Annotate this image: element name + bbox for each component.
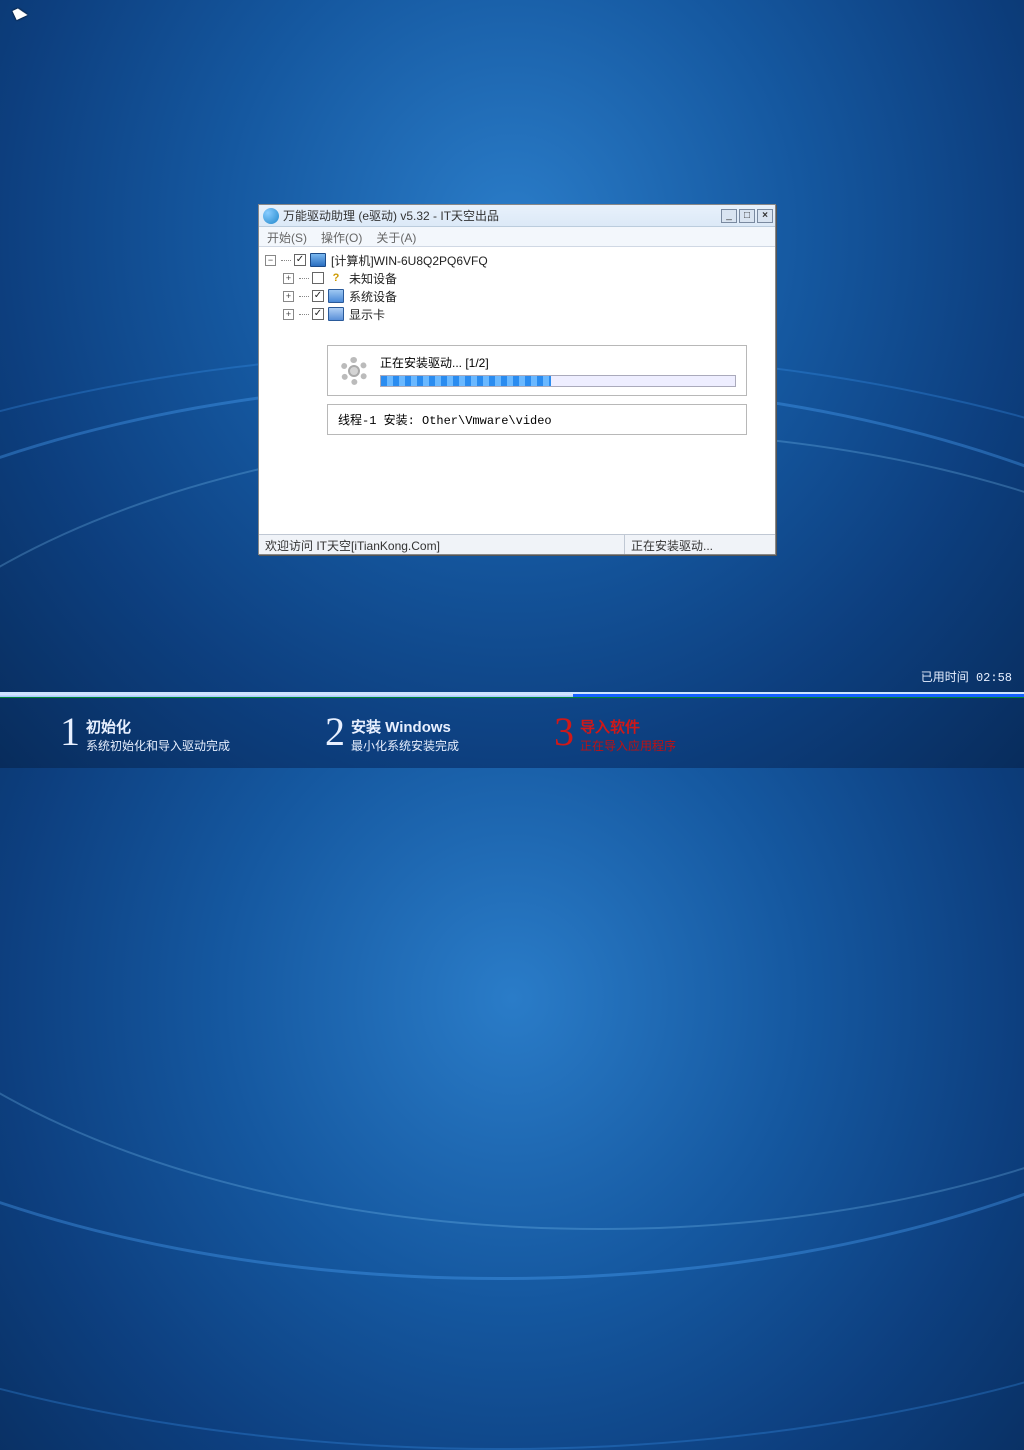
step-title: 初始化 [86,716,230,737]
tree-item-label: 未知设备 [349,270,397,287]
install-status-text: 正在安装驱动... [1/2] [380,354,736,371]
display-icon [328,307,344,321]
status-right: 正在安装驱动... [625,535,775,554]
expand-icon[interactable]: + [283,309,294,320]
device-tree: − ✓ [计算机]WIN-6U8Q2PQ6VFQ + 未知设备 + ✓ 系统设备… [259,247,775,327]
expand-icon[interactable]: + [283,291,294,302]
computer-icon [310,253,326,267]
step-number: 3 [554,712,574,752]
tree-item-label: 显示卡 [349,306,385,323]
gear-icon [338,355,370,387]
step-subtitle: 最小化系统安装完成 [351,737,459,754]
overall-progress-fill [0,694,573,697]
checkbox[interactable]: ✓ [312,290,324,302]
thread-status-box: 线程-1 安装: Other\Vmware\video [327,404,747,435]
tree-root[interactable]: − ✓ [计算机]WIN-6U8Q2PQ6VFQ [265,251,769,269]
checkbox[interactable] [312,272,324,284]
install-steps: 1 初始化 系统初始化和导入驱动完成 2 安装 Windows 最小化系统安装完… [0,705,1024,760]
app-icon [263,208,279,224]
tree-root-label: [计算机]WIN-6U8Q2PQ6VFQ [331,252,488,269]
checkbox[interactable]: ✓ [294,254,306,266]
statusbar: 欢迎访问 IT天空[iTianKong.Com] 正在安装驱动... [259,534,775,554]
system-device-icon [328,289,344,303]
thread-status-text: 线程-1 安装: Other\Vmware\video [338,414,552,428]
step-2-install-windows: 2 安装 Windows 最小化系统安装完成 [325,712,459,754]
step-1-init: 1 初始化 系统初始化和导入驱动完成 [60,712,230,754]
step-number: 2 [325,712,345,752]
status-left: 欢迎访问 IT天空[iTianKong.Com] [259,535,625,554]
tree-item-unknown[interactable]: + 未知设备 [265,269,769,287]
expand-icon[interactable]: + [283,273,294,284]
titlebar[interactable]: 万能驱动助理 (e驱动) v5.32 - IT天空出品 _ □ × [259,205,775,227]
checkbox[interactable]: ✓ [312,308,324,320]
maximize-button[interactable]: □ [739,209,755,223]
window-title: 万能驱动助理 (e驱动) v5.32 - IT天空出品 [283,207,721,224]
step-3-import-software: 3 导入软件 正在导入应用程序 [554,712,676,754]
tree-item-display[interactable]: + ✓ 显示卡 [265,305,769,323]
unknown-device-icon [328,271,344,285]
driver-install-dialog: 万能驱动助理 (e驱动) v5.32 - IT天空出品 _ □ × 开始(S) … [258,204,776,555]
expand-icon[interactable]: − [265,255,276,266]
install-progress-fill [381,376,551,386]
step-title: 导入软件 [580,716,676,737]
cursor [12,6,27,20]
elapsed-time: 已用时间 02:58 [921,668,1012,685]
step-subtitle: 正在导入应用程序 [580,737,676,754]
step-title: 安装 Windows [351,716,459,737]
menubar: 开始(S) 操作(O) 关于(A) [259,227,775,247]
menu-start[interactable]: 开始(S) [267,229,307,244]
step-subtitle: 系统初始化和导入驱动完成 [86,737,230,754]
menu-operate[interactable]: 操作(O) [321,229,362,244]
tree-item-label: 系统设备 [349,288,397,305]
close-button[interactable]: × [757,209,773,223]
overall-progress-bar [0,692,1024,698]
tree-item-system[interactable]: + ✓ 系统设备 [265,287,769,305]
install-progress-box: 正在安装驱动... [1/2] [327,345,747,396]
install-progress-bar [380,375,736,387]
step-number: 1 [60,712,80,752]
menu-about[interactable]: 关于(A) [376,229,416,244]
minimize-button[interactable]: _ [721,209,737,223]
